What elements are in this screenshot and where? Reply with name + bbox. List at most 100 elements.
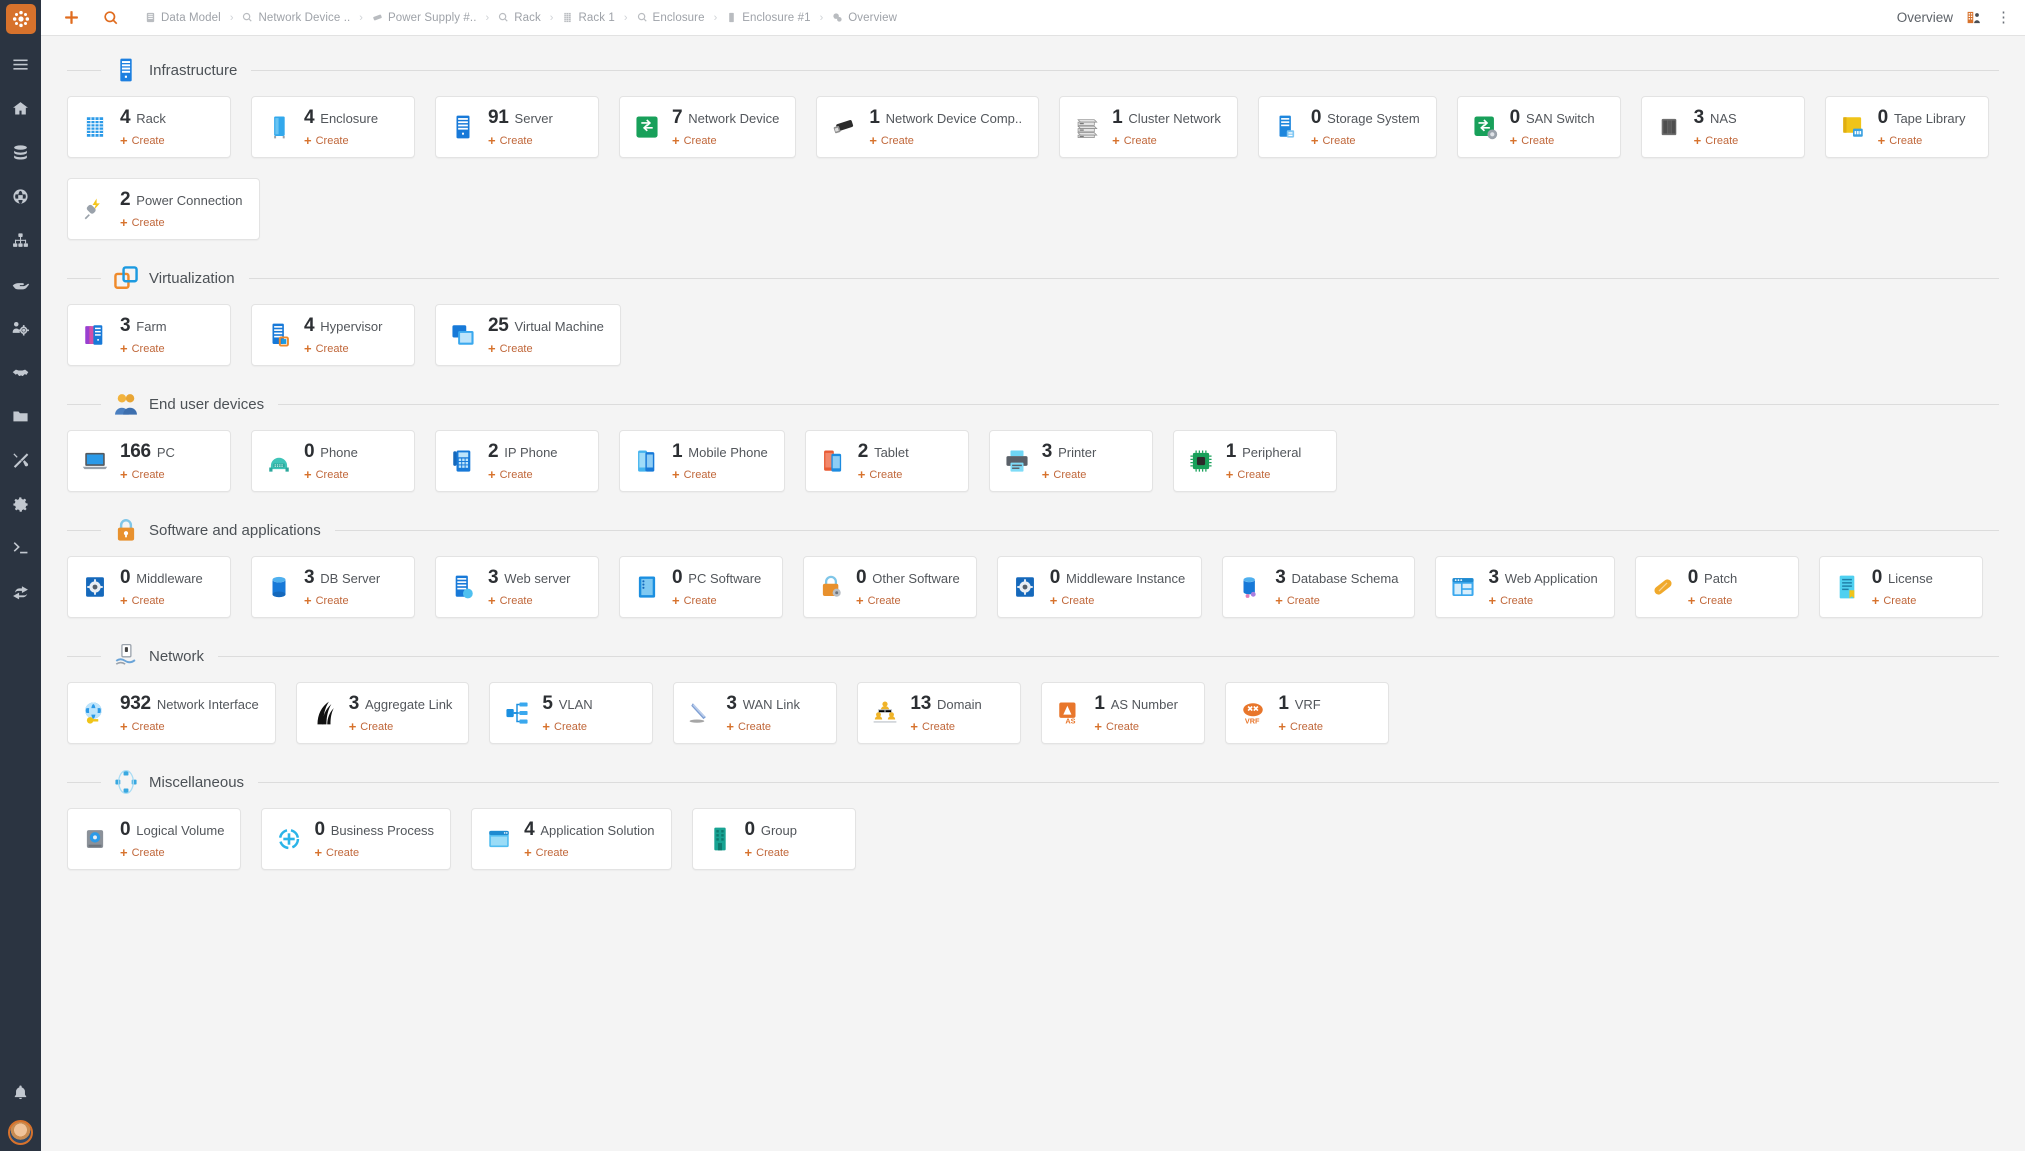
- card-network-device[interactable]: 7 Network Device + Create: [619, 96, 797, 158]
- create-link[interactable]: + Create: [1112, 134, 1221, 147]
- sidebar-item-request-management[interactable]: [0, 266, 41, 302]
- card-as-number[interactable]: AS 1 AS Number + Create: [1041, 682, 1206, 744]
- create-link[interactable]: + Create: [120, 134, 166, 147]
- sidebar-item-documents[interactable]: [0, 398, 41, 434]
- create-link[interactable]: + Create: [120, 594, 203, 607]
- breadcrumb-item-network-device[interactable]: Network Device ..: [242, 12, 350, 24]
- create-link[interactable]: + Create: [1226, 468, 1302, 481]
- card-vrf[interactable]: VRF 1 VRF + Create: [1225, 682, 1390, 744]
- create-link[interactable]: + Create: [120, 720, 259, 733]
- sidebar-item-admin-tools[interactable]: [0, 486, 41, 522]
- card-power-connection[interactable]: 2 Power Connection + Create: [67, 178, 260, 240]
- create-link[interactable]: + Create: [488, 342, 604, 355]
- card-cluster-network[interactable]: 1 Cluster Network + Create: [1059, 96, 1238, 158]
- create-link[interactable]: + Create: [910, 720, 981, 733]
- sidebar-item-console[interactable]: [0, 530, 41, 566]
- breadcrumb-item-rack[interactable]: Rack: [498, 12, 541, 24]
- card-phone[interactable]: 0 Phone + Create: [251, 430, 415, 492]
- card-db-server[interactable]: 3 DB Server + Create: [251, 556, 415, 618]
- card-tape-library[interactable]: 0 Tape Library + Create: [1824, 96, 1989, 158]
- create-link[interactable]: + Create: [672, 468, 768, 481]
- create-link[interactable]: + Create: [1872, 594, 1933, 607]
- card-web-server[interactable]: 3 Web server + Create: [435, 556, 599, 618]
- dashboard-view-icon[interactable]: [1967, 10, 1982, 25]
- create-link[interactable]: + Create: [726, 720, 800, 733]
- create-link[interactable]: + Create: [488, 594, 571, 607]
- create-link[interactable]: + Create: [120, 216, 243, 229]
- card-network-device-comp[interactable]: 1 Network Device Comp.. + Create: [816, 96, 1040, 158]
- notifications-button[interactable]: [0, 1074, 41, 1110]
- card-wan-link[interactable]: 3 WAN Link + Create: [673, 682, 838, 744]
- create-link[interactable]: + Create: [1878, 134, 1966, 147]
- card-peripheral[interactable]: 1 Peripheral + Create: [1172, 430, 1337, 492]
- card-enclosure[interactable]: 4 Enclosure + Create: [251, 96, 415, 158]
- create-link[interactable]: + Create: [1042, 468, 1097, 481]
- sidebar-item-service-management[interactable]: [0, 222, 41, 258]
- card-logical-volume[interactable]: 0 Logical Volume + Create: [67, 808, 242, 870]
- create-link[interactable]: + Create: [542, 720, 592, 733]
- create-link[interactable]: + Create: [1094, 720, 1177, 733]
- card-middleware-instance[interactable]: 0 Middleware Instance + Create: [996, 556, 1203, 618]
- card-san-switch[interactable]: 0 SAN Switch + Create: [1456, 96, 1621, 158]
- sidebar-item-connections[interactable]: [0, 574, 41, 610]
- app-logo[interactable]: [5, 4, 36, 34]
- card-tablet[interactable]: 2 Tablet + Create: [804, 430, 969, 492]
- card-storage-system[interactable]: 0 Storage System + Create: [1257, 96, 1437, 158]
- create-link[interactable]: + Create: [869, 134, 1022, 147]
- create-link[interactable]: + Create: [1488, 594, 1597, 607]
- card-business-process[interactable]: 0 Business Process + Create: [261, 808, 452, 870]
- card-ip-phone[interactable]: 2 IP Phone + Create: [435, 430, 599, 492]
- card-patch[interactable]: 0 Patch + Create: [1634, 556, 1799, 618]
- card-pc[interactable]: 166 PC + Create: [67, 430, 231, 492]
- create-link[interactable]: + Create: [488, 134, 553, 147]
- sidebar-item-tools[interactable]: [0, 442, 41, 478]
- create-link[interactable]: + Create: [120, 846, 224, 859]
- card-license[interactable]: 0 License + Create: [1818, 556, 1983, 618]
- create-link[interactable]: + Create: [349, 720, 453, 733]
- card-nas[interactable]: 3 NAS + Create: [1640, 96, 1805, 158]
- create-link[interactable]: + Create: [488, 468, 558, 481]
- card-database-schema[interactable]: 3 Database Schema + Create: [1222, 556, 1416, 618]
- card-hypervisor[interactable]: 4 Hypervisor + Create: [251, 304, 415, 366]
- create-link[interactable]: + Create: [1510, 134, 1595, 147]
- card-middleware[interactable]: 0 Middleware + Create: [67, 556, 231, 618]
- breadcrumb-item-rack-1[interactable]: Rack 1: [562, 12, 615, 24]
- create-link[interactable]: + Create: [745, 846, 797, 859]
- card-group[interactable]: 0 Group + Create: [691, 808, 856, 870]
- new-object-button[interactable]: [51, 9, 91, 26]
- card-printer[interactable]: 3 Printer + Create: [988, 430, 1153, 492]
- create-link[interactable]: + Create: [120, 468, 175, 481]
- create-link[interactable]: + Create: [856, 594, 960, 607]
- card-virtual-machine[interactable]: 25 Virtual Machine + Create: [435, 304, 621, 366]
- breadcrumb-item-enclosure[interactable]: Enclosure: [637, 12, 705, 24]
- create-link[interactable]: + Create: [1694, 134, 1739, 147]
- kebab-menu-icon[interactable]: ⋮: [1996, 10, 2011, 25]
- card-vlan[interactable]: 5 VLAN + Create: [489, 682, 654, 744]
- create-link[interactable]: + Create: [1275, 594, 1398, 607]
- card-server[interactable]: 91 Server + Create: [435, 96, 599, 158]
- card-farm[interactable]: 3 Farm + Create: [67, 304, 231, 366]
- sidebar-item-welcome[interactable]: [0, 90, 41, 126]
- card-network-interface[interactable]: 932 Network Interface + Create: [67, 682, 276, 744]
- card-other-software[interactable]: 0 Other Software + Create: [803, 556, 977, 618]
- sidebar-item-data-sources[interactable]: [0, 134, 41, 170]
- card-pc-software[interactable]: 0 PC Software + Create: [619, 556, 783, 618]
- create-link[interactable]: + Create: [672, 134, 779, 147]
- card-web-application[interactable]: 3 Web Application + Create: [1435, 556, 1615, 618]
- breadcrumb-item-enclosure-1[interactable]: Enclosure #1: [726, 12, 810, 24]
- card-aggregate-link[interactable]: 3 Aggregate Link + Create: [295, 682, 470, 744]
- sidebar-item-menu-toggle[interactable]: [0, 46, 41, 82]
- create-link[interactable]: + Create: [120, 342, 167, 355]
- sidebar-item-change-management[interactable]: [0, 354, 41, 390]
- create-link[interactable]: + Create: [304, 342, 382, 355]
- create-link[interactable]: + Create: [304, 594, 380, 607]
- create-link[interactable]: + Create: [1050, 594, 1186, 607]
- card-application-solution[interactable]: 4 Application Solution + Create: [471, 808, 672, 870]
- search-button[interactable]: [91, 10, 131, 26]
- create-link[interactable]: + Create: [304, 134, 378, 147]
- sidebar-item-configuration-management[interactable]: [0, 178, 41, 214]
- create-link[interactable]: + Create: [1688, 594, 1738, 607]
- breadcrumb-item-overview[interactable]: Overview: [832, 12, 897, 24]
- card-mobile-phone[interactable]: 1 Mobile Phone + Create: [619, 430, 785, 492]
- create-link[interactable]: + Create: [1311, 134, 1420, 147]
